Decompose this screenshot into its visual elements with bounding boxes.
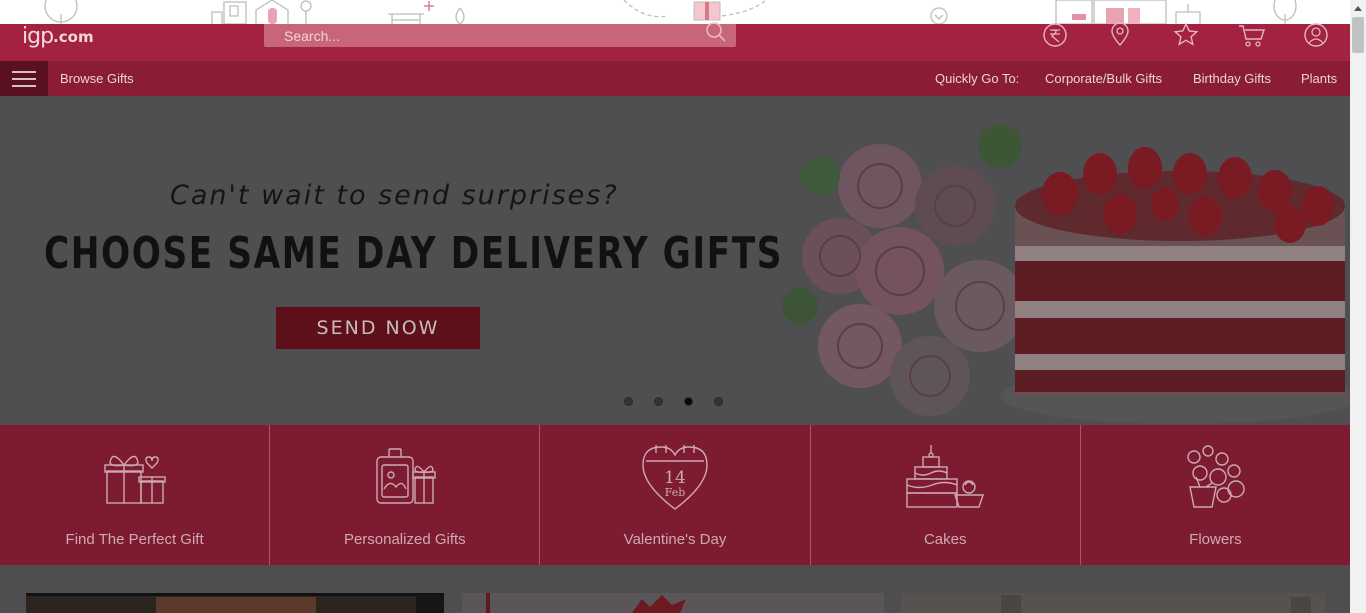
calendar-day: 14 <box>664 468 686 488</box>
category-label: Valentine's Day <box>623 531 727 548</box>
page: igp .com Browse Gifts Quickly Go To: <box>0 0 1366 613</box>
carousel-dot-2[interactable] <box>654 397 663 406</box>
category-find-perfect-gift[interactable]: Find The Perfect Gift <box>0 425 271 565</box>
valentine-calendar-icon: 14 Feb <box>640 443 710 516</box>
site-header: igp .com <box>0 21 1350 61</box>
page-scrollbar[interactable] <box>1350 0 1366 613</box>
browse-gifts-link[interactable]: Browse Gifts <box>60 71 134 86</box>
city-sketch-illustration <box>44 0 1297 24</box>
currency-icon[interactable] <box>1041 21 1069 49</box>
featured-card-1[interactable] <box>26 593 444 613</box>
decorative-sketch-strip <box>0 0 1350 24</box>
quick-link-corporate[interactable]: Corporate/Bulk Gifts <box>1045 71 1162 86</box>
personalized-gift-icon <box>373 445 437 512</box>
category-label: Find The Perfect Gift <box>65 531 204 548</box>
logo-suffix: .com <box>53 28 94 46</box>
cart-icon[interactable] <box>1237 21 1265 49</box>
carousel-dot-1[interactable] <box>624 397 633 406</box>
category-label: Personalized Gifts <box>343 531 466 548</box>
hero-banner[interactable]: Can't wait to send surprises? CHOOSE SAM… <box>0 96 1350 425</box>
hamburger-menu-icon[interactable] <box>0 61 48 96</box>
search-bar <box>264 22 736 47</box>
banner-tagline: Can't wait to send surprises? <box>170 180 619 211</box>
account-icon[interactable] <box>1302 21 1330 49</box>
category-valentines-day[interactable]: 14 Feb Valentine's Day <box>540 425 811 565</box>
scrollbar-thumb[interactable] <box>1352 17 1364 53</box>
quick-link-plants[interactable]: Plants <box>1301 71 1337 86</box>
send-now-button[interactable]: SEND NOW <box>276 307 480 349</box>
carousel-dot-3[interactable] <box>684 397 693 406</box>
site-logo[interactable]: igp .com <box>22 24 94 49</box>
carousel-dot-4[interactable] <box>714 397 723 406</box>
gift-boxes-icon <box>103 445 167 512</box>
scroll-up-arrow-icon[interactable] <box>1350 0 1366 16</box>
cake-icon <box>905 445 985 518</box>
star-icon[interactable] <box>1172 21 1200 49</box>
featured-section <box>0 565 1350 613</box>
category-navbar: Browse Gifts Quickly Go To: Corporate/Bu… <box>0 61 1350 96</box>
category-flowers[interactable]: Flowers <box>1081 425 1350 565</box>
quick-link-birthday[interactable]: Birthday Gifts <box>1193 71 1271 86</box>
quick-go-label: Quickly Go To: <box>935 71 1020 86</box>
category-label: Flowers <box>1189 531 1242 548</box>
banner-headline: CHOOSE SAME DAY DELIVERY GIFTS <box>44 228 784 279</box>
featured-card-2[interactable] <box>462 593 884 613</box>
carousel-dots <box>624 397 723 406</box>
category-label: Cakes <box>923 531 967 548</box>
location-pin-icon[interactable] <box>1106 21 1134 49</box>
category-personalized-gifts[interactable]: Personalized Gifts <box>270 425 541 565</box>
featured-card-3[interactable] <box>901 593 1325 613</box>
search-icon[interactable] <box>704 20 728 49</box>
calendar-month: Feb <box>665 486 686 499</box>
flowers-icon <box>1180 445 1250 516</box>
category-tiles: Find The Perfect Gift Personalized Gifts <box>0 425 1350 565</box>
category-cakes[interactable]: Cakes <box>811 425 1081 565</box>
search-input[interactable] <box>264 24 694 47</box>
logo-text: igp <box>22 24 54 49</box>
